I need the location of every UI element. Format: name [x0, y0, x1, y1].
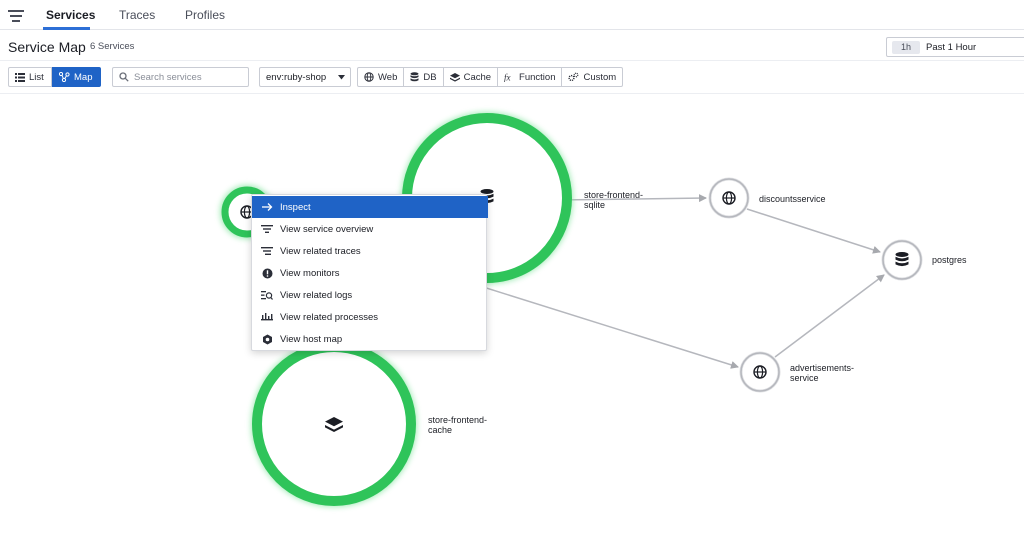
filter-cache-button[interactable]: Cache — [444, 68, 499, 86]
menu-item-label: View monitors — [280, 267, 340, 279]
service-map-canvas[interactable]: store-frontend- sqlite discountsservice … — [0, 95, 1024, 544]
list-icon — [15, 72, 25, 82]
edge-discountsservice-to-postgres — [746, 208, 881, 254]
menu-item-label: View host map — [280, 333, 343, 345]
edge-advertisements-to-postgres — [774, 274, 885, 358]
filter-web-label: Web — [378, 71, 398, 83]
monitor-alert-icon — [260, 266, 274, 280]
traces-icon — [260, 244, 274, 258]
menu-item-related-processes[interactable]: View related processes — [252, 306, 488, 328]
time-range-chip: 1h — [892, 41, 920, 54]
node-advertisements-service[interactable] — [739, 351, 781, 393]
filter-function-label: Function — [519, 71, 556, 83]
label-postgres: postgres — [932, 255, 967, 265]
filter-db-label: DB — [423, 71, 437, 83]
caret-down-icon — [338, 75, 345, 80]
host-map-icon — [260, 332, 274, 346]
label-advertisements-service: advertisements- service — [790, 363, 855, 383]
env-selector[interactable]: env:ruby-shop — [259, 67, 351, 87]
active-tab-indicator — [43, 27, 90, 30]
function-icon: fx — [504, 73, 511, 83]
menu-item-label: View related logs — [280, 289, 353, 301]
edge-sqlite-to-advertisements — [479, 285, 739, 369]
menu-item-monitors[interactable]: View monitors — [252, 262, 488, 284]
label-store-frontend-sqlite: store-frontend- sqlite — [584, 190, 644, 210]
layers-icon — [449, 72, 460, 82]
menu-item-label: View service overview — [280, 223, 374, 235]
filter-custom-label: Custom — [583, 71, 617, 83]
page-header: Service Map 6 Services 1h Past 1 Hour — [0, 31, 1024, 61]
filter-custom-button[interactable]: Custom — [562, 68, 622, 86]
list-view-label: List — [29, 71, 44, 83]
page-title: Service Map — [8, 39, 86, 55]
search-icon — [119, 72, 129, 82]
filter-db-button[interactable]: DB — [404, 68, 444, 86]
time-range-picker[interactable]: 1h Past 1 Hour — [886, 37, 1024, 57]
database-icon — [895, 252, 909, 267]
menu-item-inspect[interactable]: Inspect — [252, 196, 488, 218]
processes-icon — [260, 310, 274, 324]
node-context-menu: Inspect View service overview View relat… — [251, 194, 488, 351]
database-icon — [410, 72, 419, 82]
filter-web-button[interactable]: Web — [358, 68, 405, 86]
arrow-right-icon — [260, 200, 274, 214]
node-store-frontend-cache[interactable] — [251, 341, 417, 507]
top-navigation: Services Traces Profiles — [0, 0, 1024, 30]
logs-icon — [260, 288, 274, 302]
search-box[interactable] — [112, 67, 249, 87]
menu-item-host-map[interactable]: View host map — [252, 328, 488, 350]
menu-item-label: View related processes — [280, 311, 379, 323]
time-range-label: Past 1 Hour — [926, 42, 977, 53]
tab-traces[interactable]: Traces — [119, 8, 155, 22]
filter-function-button[interactable]: fx Function — [498, 68, 563, 86]
menu-item-label: View related traces — [280, 245, 361, 257]
filter-cache-label: Cache — [463, 71, 492, 83]
menu-item-related-logs[interactable]: View related logs — [252, 284, 488, 306]
tab-profiles[interactable]: Profiles — [185, 8, 225, 22]
map-icon — [59, 72, 70, 82]
map-view-button[interactable]: Map — [52, 67, 101, 87]
tab-services[interactable]: Services — [46, 8, 95, 22]
label-discountsservice: discountsservice — [759, 194, 826, 204]
node-postgres[interactable] — [881, 239, 923, 281]
menu-item-related-traces[interactable]: View related traces — [252, 240, 488, 262]
node-discountsservice[interactable] — [708, 177, 750, 219]
svg-text:fx: fx — [504, 73, 511, 83]
list-filter-icon — [260, 222, 274, 236]
service-count: 6 Services — [90, 41, 135, 52]
apm-menu-icon[interactable] — [7, 8, 25, 24]
label-store-frontend-cache: store-frontend- cache — [428, 415, 488, 435]
map-view-label: Map — [74, 71, 93, 83]
search-input[interactable] — [134, 71, 244, 83]
service-type-filters: Web DB Cache fx Function Custom — [357, 67, 624, 87]
list-view-button[interactable]: List — [8, 67, 52, 87]
menu-item-service-overview[interactable]: View service overview — [252, 218, 488, 240]
globe-icon — [364, 72, 374, 82]
toolbar: List Map env:ruby-shop Web — [0, 62, 1024, 94]
env-value: env:ruby-shop — [266, 71, 327, 83]
menu-item-label: Inspect — [280, 201, 311, 213]
gears-icon — [568, 72, 579, 82]
